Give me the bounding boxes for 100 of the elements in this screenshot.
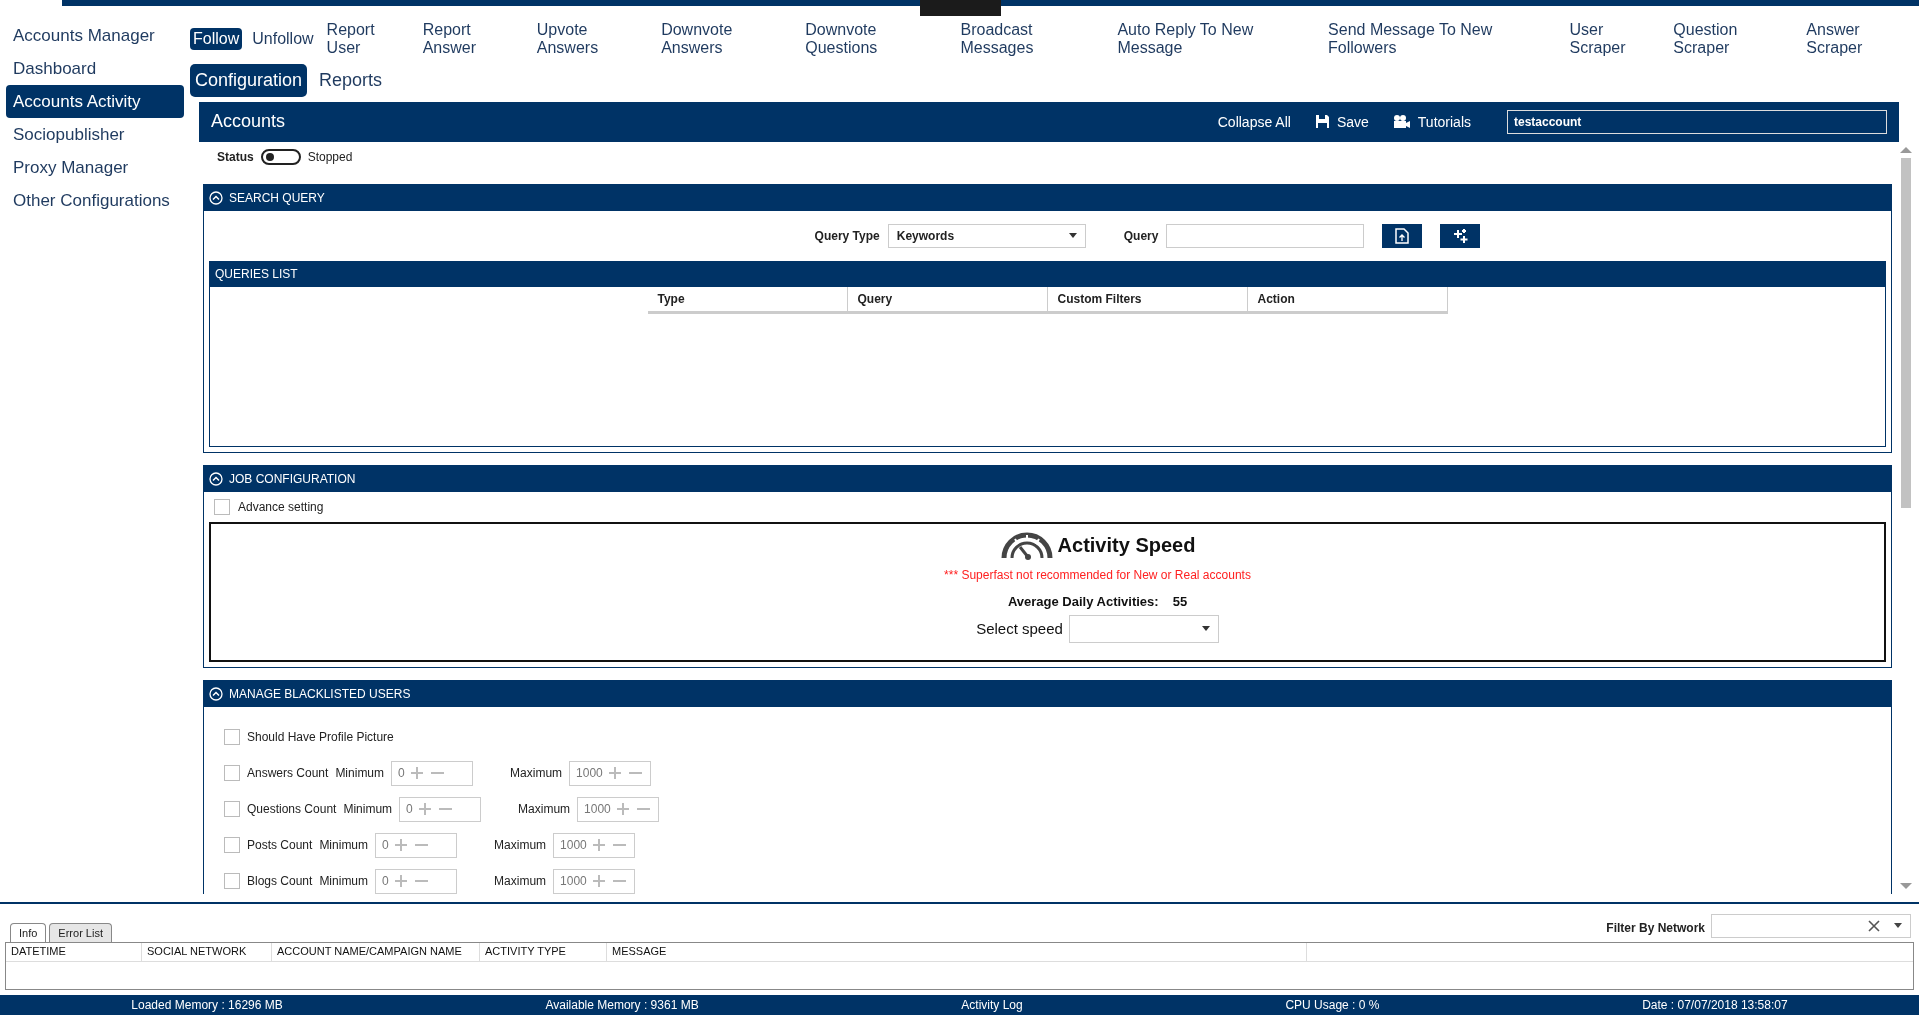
speed-dropdown[interactable] [1068,614,1219,643]
account-dropdown[interactable]: testaccount [1507,109,1887,134]
tab[interactable]: Upvote Answers [533,18,652,59]
column-header[interactable]: Action [1247,286,1448,311]
tab[interactable]: Error List [49,922,112,942]
number-field[interactable]: 1000 [553,832,636,858]
sidebar-item[interactable]: Sociopublisher [6,117,184,151]
number-field[interactable]: 0 [391,760,474,786]
number-field[interactable]: 1000 [553,868,636,894]
column-header[interactable]: Custom Filters [1047,286,1248,311]
tab[interactable]: Question Scraper [1670,18,1797,59]
plus-minus-icon [616,803,651,816]
column-header[interactable]: ACTIVITY TYPE [480,942,607,961]
minimum-label: Minimum [319,838,369,853]
plus-minus-icon [592,839,627,852]
query-type-dropdown[interactable]: Keywords [887,223,1086,248]
sidebar-item[interactable]: Accounts Manager [6,18,184,52]
tutorials-button[interactable]: Tutorials [1384,109,1479,134]
number-field[interactable]: 1000 [569,760,652,786]
query-label: Query [1123,228,1159,243]
save-button[interactable]: Save [1306,109,1377,134]
query-input[interactable] [1166,223,1365,248]
tab[interactable]: Configuration [190,63,308,97]
camera-icon [1392,114,1411,130]
tab[interactable]: Downvote Questions [802,18,951,59]
tab[interactable]: Report User [323,18,413,59]
caret-icon [1068,233,1077,239]
sidebar-item[interactable]: Other Configurations [6,183,184,217]
tab[interactable]: Send Message To New Followers [1325,18,1560,59]
collapse-icon[interactable] [209,686,223,701]
column-header[interactable]: DATETIME [6,942,142,961]
clear-icon[interactable] [1868,919,1880,932]
sidebar-item[interactable]: Dashboard [6,51,184,85]
average-value: 55 [1172,593,1188,609]
tab[interactable]: Info [10,922,47,942]
status-text: Loaded Memory : 16296 MB [131,997,283,1012]
number-field[interactable]: 0 [399,796,482,822]
add-button[interactable] [1440,223,1481,248]
filter-label: Filter By Network [1606,920,1705,935]
checkbox[interactable] [224,729,240,746]
section-title: QUERIES LIST [215,267,298,282]
section-title: SEARCH QUERY [229,190,325,205]
checkbox-label: Advance setting [238,499,324,514]
plus-minus-icon [410,767,445,780]
plus-minus-icon [418,803,453,816]
import-button[interactable] [1382,223,1423,248]
tab[interactable]: Unfollow [249,27,317,50]
collapse-button[interactable]: Collapse All [1209,109,1299,134]
tab[interactable]: Report Answer [419,18,527,59]
plus-minus-icon [394,875,429,888]
query-type-label: Query Type [814,228,880,243]
maximum-label: Maximum [494,874,547,889]
column-header[interactable]: Type [647,286,848,311]
checkbox[interactable] [224,837,240,854]
plus-minus-icon [608,767,643,780]
column-header[interactable]: MESSAGE [607,942,1307,961]
number-field[interactable]: 0 [375,868,458,894]
status-text: CPU Usage : 0 % [1285,997,1380,1012]
sparkle-plus-icon [1452,227,1469,244]
plus-minus-icon [592,875,627,888]
activity-speed-title: Activity Speed [1057,534,1196,558]
maximum-label: Maximum [518,802,571,817]
column-header[interactable]: ACCOUNT NAME/CAMPAIGN NAME [272,942,480,961]
select-speed-label: Select speed [976,620,1063,638]
column-header[interactable]: SOCIAL NETWORK [142,942,272,961]
checkbox[interactable] [214,498,230,515]
tab[interactable]: Reports [314,63,388,97]
sidebar-item[interactable]: Accounts Activity [6,84,184,118]
number-field[interactable]: 0 [375,832,458,858]
section-title: MANAGE BLACKLISTED USERS [229,686,411,701]
collapse-icon[interactable] [209,190,223,205]
number-field[interactable]: 1000 [577,796,660,822]
status-text: Available Memory : 9361 MB [545,997,699,1012]
window-controls[interactable] [920,0,1001,16]
column-header[interactable]: Query [847,286,1048,311]
minimum-label: Minimum [319,874,369,889]
minimum-label: Minimum [335,766,385,781]
section-title: JOB CONFIGURATION [229,471,356,486]
save-icon [1314,114,1330,130]
status-text: Stopped [307,149,353,164]
status-toggle[interactable] [260,148,301,165]
tab[interactable]: Answer Scraper [1803,18,1919,59]
tab[interactable]: Downvote Answers [658,18,796,59]
checkbox-label: Blogs Count [247,874,313,889]
checkbox-label: Questions Count [247,802,337,817]
checkbox[interactable] [224,801,240,818]
checkbox[interactable] [224,765,240,782]
checkbox[interactable] [224,873,240,890]
status-text: Activity Log [961,997,1023,1012]
file-icon [1395,227,1410,244]
maximum-label: Maximum [510,766,563,781]
tab[interactable]: User Scraper [1566,18,1664,59]
tab[interactable]: Follow [190,27,243,50]
tab[interactable]: Broadcast Messages [957,18,1108,59]
collapse-icon[interactable] [209,471,223,486]
sidebar-item[interactable]: Proxy Manager [6,150,184,184]
status-label: Status [217,149,254,164]
status-text: Date : 07/07/2018 13:58:07 [1642,997,1788,1012]
tab[interactable]: Auto Reply To New Message [1114,18,1319,59]
header-title: Accounts [211,111,286,133]
